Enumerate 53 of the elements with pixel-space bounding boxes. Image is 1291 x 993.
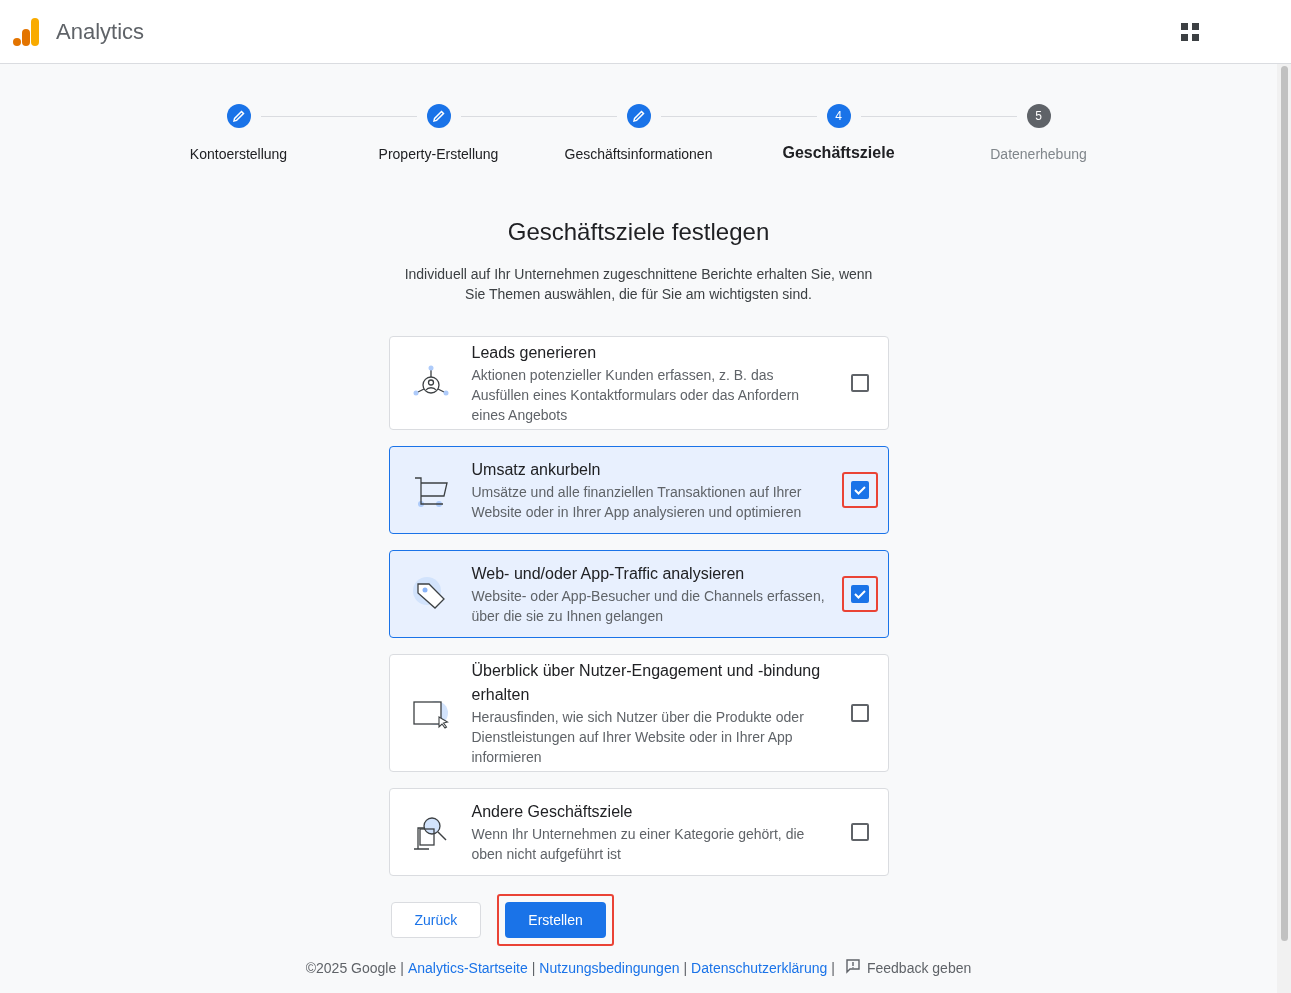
edit-step-icon[interactable] xyxy=(226,104,251,128)
step-number: 5 xyxy=(1026,104,1051,128)
scrollbar[interactable] xyxy=(1277,64,1291,993)
create-button[interactable]: Erstellen xyxy=(505,902,606,938)
goal-description: Herausfinden, wie sich Nutzer über die Produkte oder Dienstleistungen auf Ihrer Website oder in Ihrer App informieren xyxy=(471,708,805,767)
apps-grid-icon[interactable] xyxy=(1181,22,1199,41)
separator: | xyxy=(683,959,688,976)
goal-card[interactable]: Web- und/oder App-Traffic analysieren Website- oder App-Besucher und die Channels erfassen, über die sie zu Ihnen gelangen xyxy=(388,550,889,638)
goal-description: Website- oder App-Besucher und die Channels erfassen, über die sie zu Ihnen gelangen xyxy=(471,587,826,626)
pencil-icon xyxy=(631,109,646,123)
intro-text: Individuell auf Ihr Unternehmen zugeschnittene Berichte erhalten Sie, wenn Sie Themen auswählen, die für Sie am wichtigsten sind. xyxy=(403,265,874,304)
checkbox[interactable] xyxy=(850,374,869,392)
goal-card[interactable]: Leads generieren Aktionen potenzieller Kunden erfassen, z. B. das Ausfüllen eines Kontaktformulars oder das Anfordern eines Angebots xyxy=(388,336,889,430)
checkbox[interactable] xyxy=(850,481,869,499)
step-label: Geschäftsinformationen xyxy=(564,146,713,162)
step-label: Property-Erstellung xyxy=(378,146,499,162)
goal-title: Web- und/oder App-Traffic analysieren xyxy=(471,564,746,584)
goal-card[interactable]: Überblick über Nutzer-Engagement und -bindung erhalten Herausfinden, wie sich Nutzer über die Produkte oder Dienstleistungen auf Ihrer Website oder in Ihrer App informieren xyxy=(388,654,889,772)
checkbox[interactable] xyxy=(850,585,869,603)
footer-link[interactable]: Nutzungsbedingungen xyxy=(539,959,680,976)
step-number: 4 xyxy=(826,104,851,128)
edit-step-icon[interactable] xyxy=(426,104,451,128)
feedback-link[interactable]: Feedback geben xyxy=(866,959,972,976)
pencil-icon xyxy=(231,109,246,123)
goal-description: Wenn Ihr Unternehmen zu einer Kategorie gehört, die oben nicht aufgeführt ist xyxy=(471,825,806,864)
separator: | xyxy=(531,959,536,976)
edit-step-icon[interactable] xyxy=(626,104,651,128)
goal-card[interactable]: Umsatz ankurbeln Umsätze und alle finanziellen Transaktionen auf Ihrer Website oder in Ihrer App analysieren und optimieren xyxy=(388,446,889,534)
copyright-text: ©2025 Google xyxy=(305,959,397,976)
goal-title: Leads generieren xyxy=(471,343,598,363)
footer-link[interactable]: Datenschutzerklärung xyxy=(691,959,828,976)
checkbox[interactable] xyxy=(850,704,869,722)
goal-card[interactable]: Andere Geschäftsziele Wenn Ihr Unternehmen zu einer Kategorie gehört, die oben nicht aufgeführt ist xyxy=(388,788,889,876)
back-button[interactable]: Zurück xyxy=(390,902,482,938)
step-label: Geschäftsziele xyxy=(782,144,895,162)
step-label: Datenerhebung xyxy=(990,146,1087,162)
goal-description: Umsätze und alle finanziellen Transaktionen auf Ihrer Website oder in Ihrer App analysieren und optimieren xyxy=(471,483,803,522)
checkmark-icon xyxy=(852,587,867,601)
separator: | xyxy=(400,959,404,976)
pencil-icon xyxy=(431,109,446,123)
page-heading: Geschäftsziele festlegen xyxy=(507,218,770,246)
footer-link[interactable]: Analytics-Startseite xyxy=(407,959,528,976)
step-label: Kontoerstellung xyxy=(189,146,288,162)
goal-title: Umsatz ankurbeln xyxy=(471,460,602,480)
goal-title: Überblick über Nutzer-Engagement und -bindung erhalten xyxy=(471,661,822,705)
checkbox[interactable] xyxy=(850,823,869,841)
goal-title: Andere Geschäftsziele xyxy=(471,802,634,822)
analytics-logo-icon xyxy=(12,16,40,47)
goal-description: Aktionen potenzieller Kunden erfassen, z. B. das Ausfüllen eines Kontaktformulars oder das Anfordern eines Angebots xyxy=(471,366,801,425)
separator: | xyxy=(831,959,835,976)
checkmark-icon xyxy=(852,483,867,497)
app-title: Analytics xyxy=(56,18,145,45)
feedback-icon[interactable] xyxy=(844,958,861,974)
